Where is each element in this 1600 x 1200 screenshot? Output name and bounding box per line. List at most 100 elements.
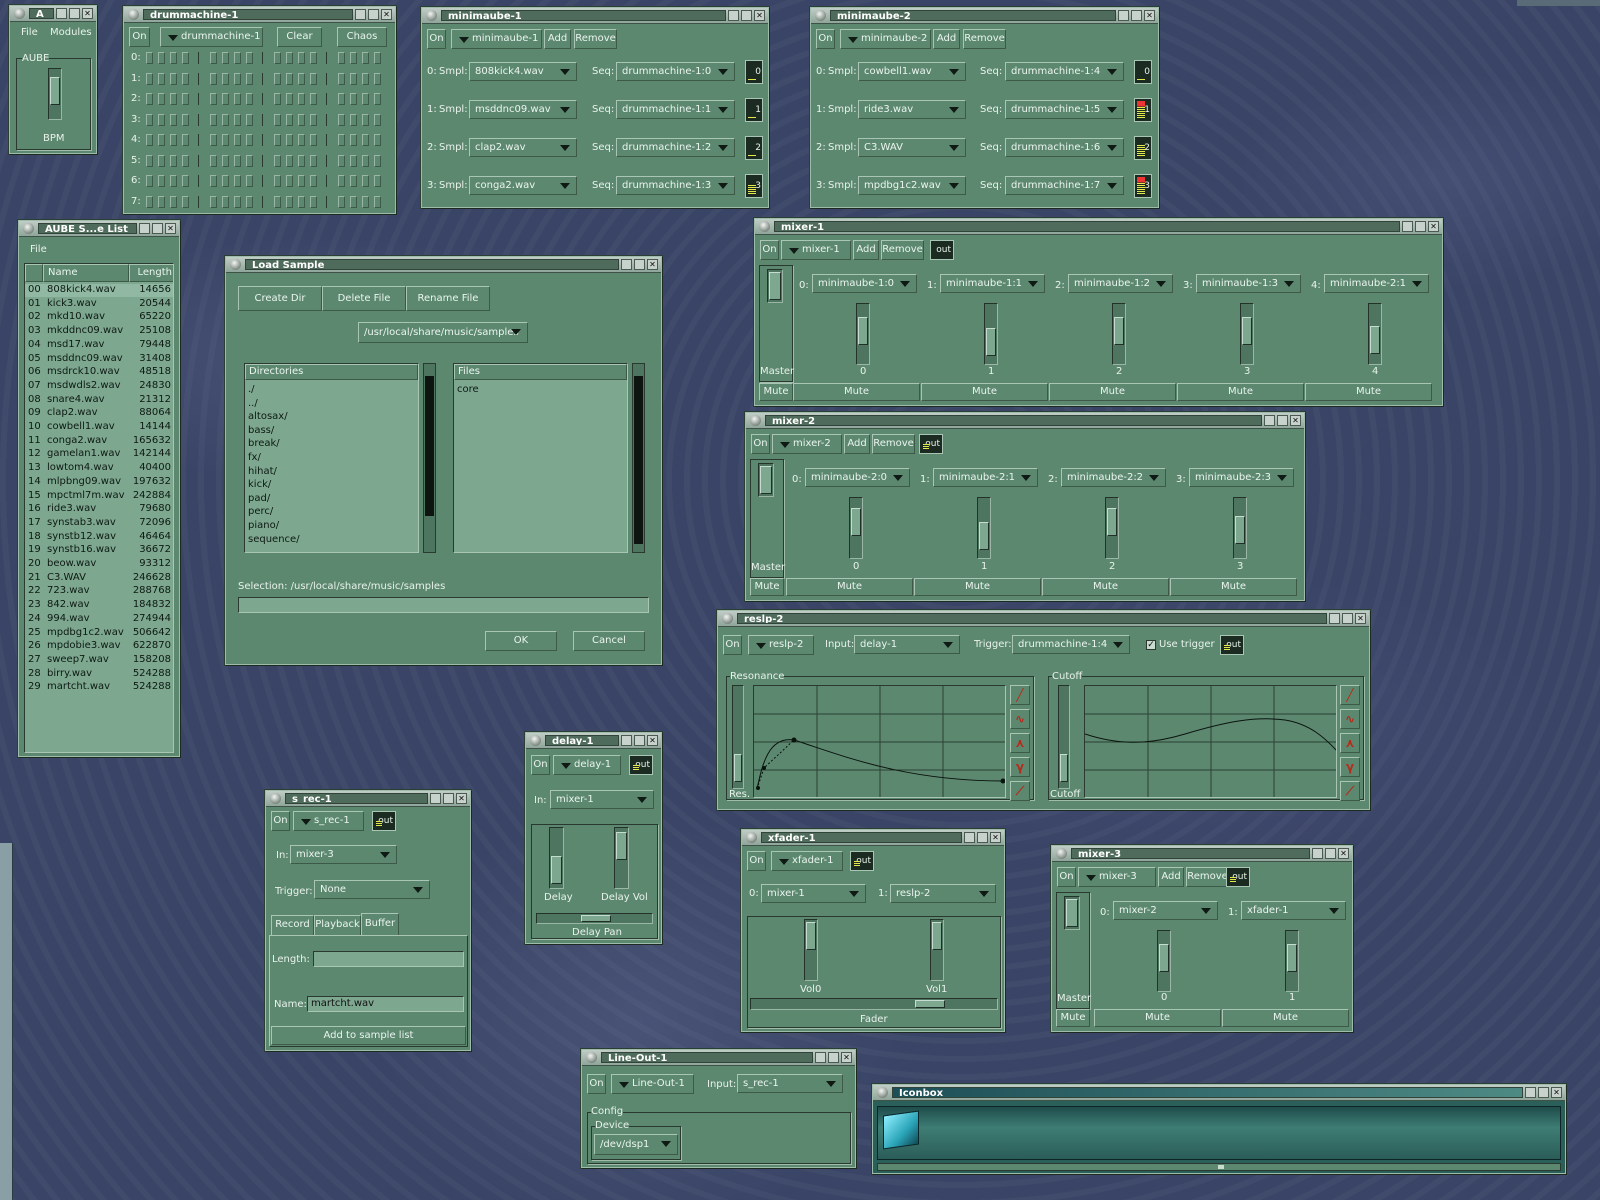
maximize-icon[interactable] xyxy=(634,735,645,746)
scroll-thumb[interactable] xyxy=(634,376,643,544)
window-menu-icon[interactable] xyxy=(586,1052,597,1063)
step-cell[interactable] xyxy=(210,93,217,105)
add-button[interactable]: Add xyxy=(853,240,879,260)
channel-volume-thumb[interactable] xyxy=(1370,326,1380,354)
on-button[interactable]: On xyxy=(427,29,446,49)
close-icon[interactable]: ✕ xyxy=(841,1052,852,1063)
channel-source-dropdown[interactable]: minimaube-2:1 xyxy=(1324,274,1429,293)
curve-linear-icon[interactable]: ⟋ xyxy=(1340,781,1360,801)
channel-volume-slider[interactable] xyxy=(977,497,991,559)
minimize-icon[interactable] xyxy=(728,10,739,21)
on-button[interactable]: On xyxy=(129,27,150,47)
cutoff-slider-thumb[interactable] xyxy=(1060,754,1068,782)
minimize-icon[interactable] xyxy=(355,9,366,20)
window-menu-icon[interactable] xyxy=(23,223,34,234)
step-cell[interactable] xyxy=(374,175,381,187)
step-cell[interactable] xyxy=(146,72,153,85)
channel-volume-slider[interactable] xyxy=(1157,930,1171,992)
curve-exp-icon[interactable]: ╱ xyxy=(1010,685,1030,705)
minimize-icon[interactable] xyxy=(964,832,975,843)
module-menu[interactable]: xfader-1 xyxy=(771,851,843,871)
step-cell[interactable] xyxy=(234,154,241,167)
step-cell[interactable] xyxy=(374,72,381,85)
fader-thumb[interactable] xyxy=(915,1000,945,1008)
iconbox-scrollbar[interactable] xyxy=(877,1163,1561,1171)
channel-source-dropdown[interactable]: minimaube-1:1 xyxy=(940,274,1045,293)
maximize-icon[interactable] xyxy=(1538,1087,1549,1098)
close-icon[interactable]: ✕ xyxy=(1551,1087,1562,1098)
step-cell[interactable] xyxy=(298,52,305,64)
menu-file[interactable]: File xyxy=(21,27,38,38)
master-slider-thumb[interactable] xyxy=(760,466,772,494)
device-dropdown[interactable]: /dev/dsp1 xyxy=(594,1134,678,1155)
table-row[interactable]: 22 723.wav 288768 xyxy=(25,585,173,598)
directory-item[interactable]: hihat/ xyxy=(248,466,277,477)
step-cell[interactable] xyxy=(374,134,381,146)
window-menu-icon[interactable] xyxy=(230,259,241,270)
resonance-envelope[interactable] xyxy=(753,685,1006,798)
table-row[interactable]: 03 mkddnc09.wav 25108 xyxy=(25,325,173,338)
directory-item[interactable]: fx/ xyxy=(248,452,261,463)
step-cell[interactable] xyxy=(286,134,293,146)
close-icon[interactable]: ✕ xyxy=(1428,221,1439,232)
remove-button[interactable]: Remove xyxy=(881,240,924,260)
step-cell[interactable] xyxy=(274,72,281,85)
channel-mute-button[interactable]: Mute xyxy=(914,578,1041,596)
step-cell[interactable] xyxy=(182,134,189,146)
step-cell[interactable] xyxy=(362,154,369,167)
files-scrollbar[interactable] xyxy=(632,363,645,553)
close-icon[interactable]: ✕ xyxy=(1144,10,1155,21)
in0-dropdown[interactable]: mixer-1 xyxy=(761,884,866,903)
table-row[interactable]: 15 mpctml7m.wav 242884 xyxy=(25,490,173,503)
table-row[interactable]: 04 msd17.wav 79448 xyxy=(25,339,173,352)
step-cell[interactable] xyxy=(310,72,317,85)
vol1-slider-thumb[interactable] xyxy=(932,922,942,950)
step-cell[interactable] xyxy=(234,175,241,187)
module-menu[interactable]: s_rec-1 xyxy=(293,811,364,831)
files-list[interactable]: Files core xyxy=(453,363,628,553)
module-menu[interactable]: Line-Out-1 xyxy=(611,1074,694,1094)
title-bar[interactable]: minimaube-1 ✕ xyxy=(422,8,768,24)
title-bar[interactable]: Iconbox ✕ xyxy=(873,1085,1565,1101)
step-cell[interactable] xyxy=(350,113,357,126)
curve-peak-icon[interactable]: ⋏ xyxy=(1340,733,1360,753)
title-bar[interactable]: drummachine-1 ✕ xyxy=(124,7,395,23)
seq-dropdown[interactable]: drummachine-1:3 xyxy=(616,176,735,195)
delete-file-button[interactable]: Delete File xyxy=(322,286,406,311)
length-input[interactable] xyxy=(313,951,464,967)
channel-mute-button[interactable]: Mute xyxy=(793,383,920,401)
window-menu-icon[interactable] xyxy=(270,793,281,804)
close-icon[interactable]: ✕ xyxy=(647,259,658,270)
step-cell[interactable] xyxy=(158,134,165,146)
minimize-icon[interactable] xyxy=(139,223,150,234)
cancel-button[interactable]: Cancel xyxy=(573,631,645,651)
step-cell[interactable] xyxy=(338,195,345,208)
minimize-icon[interactable] xyxy=(430,793,441,804)
control-point[interactable] xyxy=(762,766,766,770)
add-button[interactable]: Add xyxy=(844,434,870,454)
curve-gamma-icon[interactable]: γ xyxy=(1010,757,1030,777)
seq-dropdown[interactable]: drummachine-1:7 xyxy=(1005,176,1124,195)
channel-volume-thumb[interactable] xyxy=(1242,317,1252,345)
rename-file-button[interactable]: Rename File xyxy=(406,286,490,311)
vol0-slider[interactable] xyxy=(804,919,818,981)
module-menu[interactable]: drummachine-1 xyxy=(160,27,263,47)
maximize-icon[interactable] xyxy=(1325,848,1336,859)
directory-item[interactable]: kick/ xyxy=(248,479,271,490)
channel-volume-slider[interactable] xyxy=(856,303,870,365)
step-cell[interactable] xyxy=(222,93,229,105)
scroll-handle[interactable] xyxy=(1218,1165,1224,1169)
master-mute-button[interactable]: Mute xyxy=(1056,1009,1090,1027)
trigger-dropdown[interactable]: drummachine-1:4 xyxy=(1012,635,1130,654)
add-button[interactable]: Add xyxy=(933,29,960,49)
table-row[interactable]: 25 mpdbg1c2.wav 506642 xyxy=(25,627,173,640)
table-row[interactable]: 09 clap2.wav 88064 xyxy=(25,407,173,420)
directory-item[interactable]: break/ xyxy=(248,438,280,449)
maximize-icon[interactable] xyxy=(1131,10,1142,21)
step-cell[interactable] xyxy=(310,195,317,208)
maximize-icon[interactable] xyxy=(443,793,454,804)
step-cell[interactable] xyxy=(146,154,153,167)
step-cell[interactable] xyxy=(338,134,345,146)
directory-item[interactable]: piano/ xyxy=(248,520,279,531)
step-cell[interactable] xyxy=(246,113,253,126)
